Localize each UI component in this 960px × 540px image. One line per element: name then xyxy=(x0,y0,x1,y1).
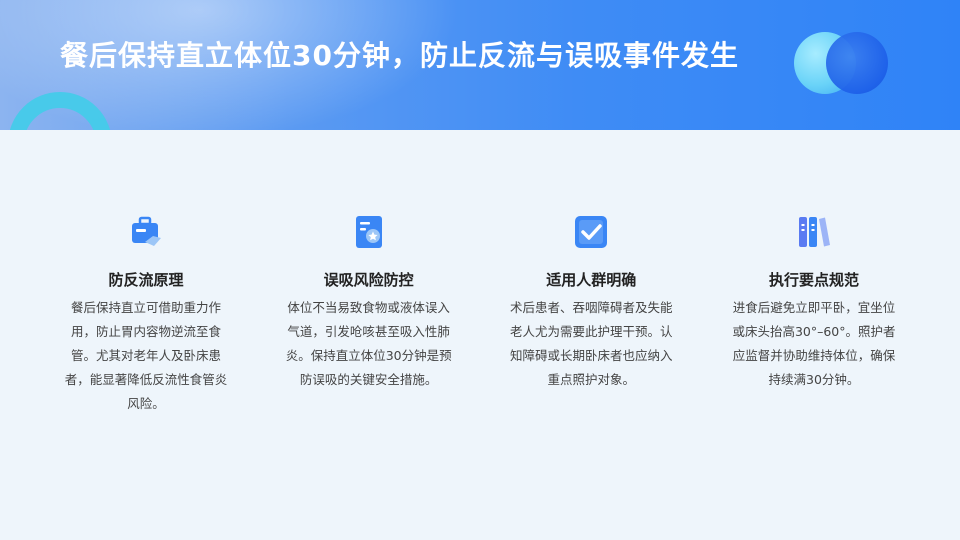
card-body: 进食后避免立即平卧，宜坐位或床头抬高30°–60°。照护者应监督并协助维持体位，… xyxy=(732,300,896,387)
card-title: 适用人群明确 xyxy=(546,271,637,289)
page-title: 餐后保持直立体位30分钟，防止反流与误吸事件发生 xyxy=(60,39,739,72)
card-body: 术后患者、吞咽障碍者及失能老人尤为需要此护理干预。认知障碍或长期卧床者也应纳入重… xyxy=(510,300,673,387)
checkbox-icon xyxy=(575,216,608,248)
card-target-population: 适用人群明确 术后患者、吞咽障碍者及失能老人尤为需要此护理干预。认知障碍或长期卧… xyxy=(493,208,689,428)
card-execution-points: 执行要点规范 进食后避免立即平卧，宜坐位或床头抬高30°–60°。照护者应监督并… xyxy=(716,208,912,428)
feature-cards: 防反流原理 餐后保持直立可借助重力作用，防止胃内容物逆流至食管。尤其对老年人及卧… xyxy=(48,208,912,428)
briefcase-icon xyxy=(132,216,161,246)
card-title: 误吸风险防控 xyxy=(323,271,414,289)
document-shield-icon xyxy=(355,216,382,248)
card-title: 执行要点规范 xyxy=(768,271,859,289)
decorative-circle-dark xyxy=(826,32,888,94)
card-anti-reflux: 防反流原理 餐后保持直立可借助重力作用，防止胃内容物逆流至食管。尤其对老年人及卧… xyxy=(48,208,244,428)
books-icon xyxy=(798,217,830,247)
card-body: 餐后保持直立可借助重力作用，防止胃内容物逆流至食管。尤其对老年人及卧床患者，能显… xyxy=(64,300,228,411)
card-title: 防反流原理 xyxy=(108,271,184,289)
card-body: 体位不当易致食物或液体误入气道，引发呛咳甚至吸入性肺炎。保持直立体位30分钟是预… xyxy=(285,300,452,387)
card-aspiration-control: 误吸风险防控 体位不当易致食物或液体误入气道，引发呛咳甚至吸入性肺炎。保持直立体… xyxy=(271,208,467,428)
